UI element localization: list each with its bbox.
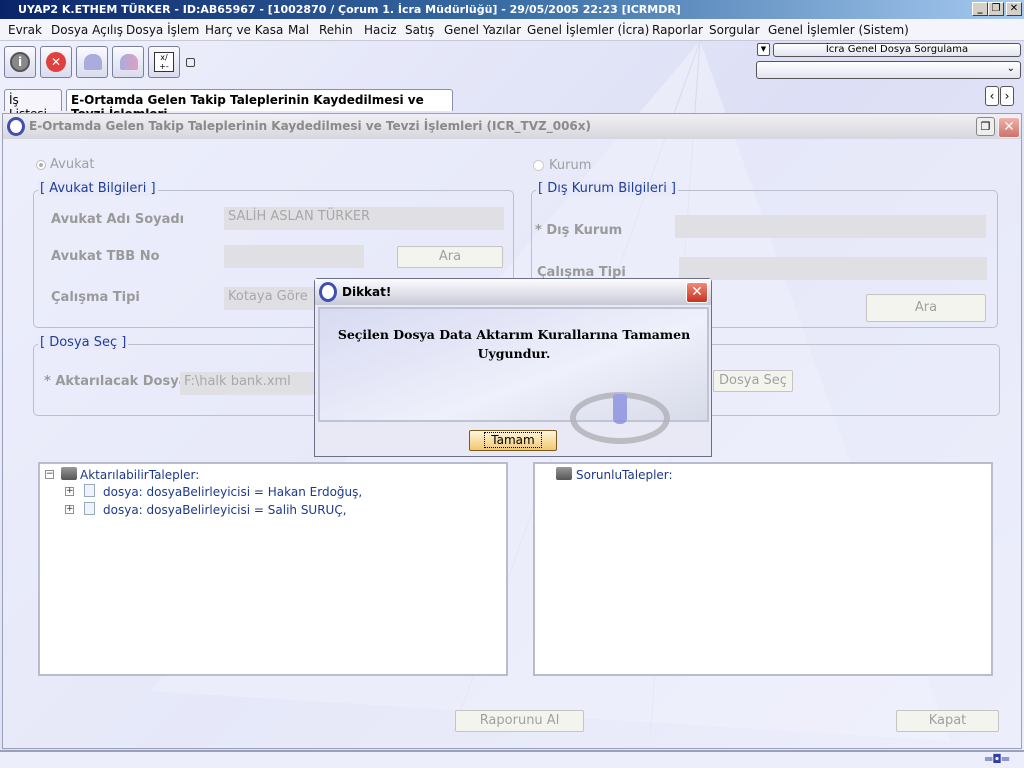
ok-button[interactable]: Tamam <box>469 430 557 451</box>
avukat-work-type-label: Çalışma Tipi <box>51 290 140 305</box>
radio-kurum-label: Kurum <box>549 158 592 173</box>
tree-item[interactable]: dosya: dosyaBelirleyicisi = Salih SURUÇ, <box>103 503 347 517</box>
menu-evrak[interactable]: Evrak <box>8 23 42 37</box>
avukat-search-button[interactable]: Ara <box>397 246 503 268</box>
uyap-logo-icon <box>319 282 337 302</box>
menu-rehin[interactable]: Rehin <box>319 23 353 37</box>
uyap-logo-icon <box>7 117 25 136</box>
menu-satis[interactable]: Satış <box>405 23 434 37</box>
tab-prev-button[interactable]: ‹ <box>985 86 999 106</box>
window-title: UYAP2 K.ETHEM TÜRKER - ID:AB65967 - [100… <box>0 0 1024 19</box>
avukat-work-type-field[interactable]: Kotaya Göre <box>224 287 324 310</box>
frame-restore-button[interactable]: ❐ <box>976 117 995 136</box>
query-select[interactable]: ⌄ <box>756 61 1021 79</box>
chevron-down-icon: ⌄ <box>1006 63 1015 74</box>
kurum-work-type-field[interactable] <box>679 257 987 280</box>
tab-is-listesi[interactable]: İş Listesi <box>4 89 62 121</box>
document-icon <box>84 502 95 515</box>
menu-mal[interactable]: Mal <box>288 23 309 37</box>
problem-requests-tree[interactable] <box>533 462 993 676</box>
frame-close-button[interactable]: ✕ <box>998 117 1020 138</box>
users-alt-button[interactable] <box>112 46 144 78</box>
query-dropdown-arrow[interactable]: ▼ <box>757 43 770 56</box>
dialog-close-button[interactable]: ✕ <box>686 282 708 303</box>
folder-icon <box>556 467 572 480</box>
report-button[interactable]: Raporunu Al <box>455 710 584 732</box>
menu-genel-islemler-sistem[interactable]: Genel İşlemler (Sistem) <box>768 23 909 37</box>
kurum-search-button[interactable]: Ara <box>866 294 986 322</box>
status-bar: ═◘═ <box>0 750 1024 768</box>
menu-genel-islemler-icra[interactable]: Genel İşlemler (İcra) <box>527 23 649 37</box>
ok-button-label: Tamam <box>484 432 542 448</box>
cancel-icon: ✕ <box>46 52 66 72</box>
folder-icon <box>61 467 77 480</box>
kurum-field[interactable] <box>675 215 986 238</box>
query-button[interactable]: İcra Genel Dosya Sorgulama <box>773 43 1021 57</box>
calculator-button[interactable]: x/ +- <box>148 46 180 78</box>
tab-next-button[interactable]: › <box>1000 86 1014 106</box>
toolbar-toggle[interactable] <box>186 58 195 67</box>
menu-dosya-islem[interactable]: Dosya İşlem <box>126 23 199 37</box>
radio-avukat[interactable] <box>36 160 46 170</box>
menu-genel-yazilar[interactable]: Genel Yazılar <box>444 23 521 37</box>
expand-icon[interactable]: + <box>65 505 74 514</box>
menu-haciz[interactable]: Haciz <box>364 23 397 37</box>
file-select-button[interactable]: Dosya Seç <box>713 370 793 392</box>
tree-root-problem[interactable]: SorunluTalepler: <box>576 468 673 482</box>
avukat-tbb-label: Avukat TBB No <box>51 249 160 264</box>
minimize-button[interactable]: _ <box>972 2 988 16</box>
close-window-button[interactable]: ✕ <box>1006 2 1022 16</box>
users-icon <box>84 54 102 70</box>
connection-icon: ═◘═ <box>985 752 1009 766</box>
frame-title: E-Ortamda Gelen Takip Taleplerinin Kayde… <box>3 114 1021 139</box>
menu-bar: Evrak Dosya Açılış Dosya İşlem Harç ve K… <box>0 19 1024 41</box>
users-alt-icon <box>120 54 138 70</box>
users-button[interactable] <box>76 46 108 78</box>
info-icon: i <box>10 52 30 72</box>
document-icon <box>84 484 95 497</box>
avukat-name-label: Avukat Adı Soyadı <box>51 212 185 227</box>
menu-dosya-acilis[interactable]: Dosya Açılış <box>51 23 123 37</box>
dialog-title: Dikkat! <box>315 279 711 305</box>
tree-item[interactable]: dosya: dosyaBelirleyicisi = Hakan Erdoğu… <box>103 485 362 499</box>
radio-avukat-label: Avukat <box>50 157 95 172</box>
kurum-group-legend: [ Dış Kurum Bilgileri ] <box>536 181 679 196</box>
avukat-tbb-field[interactable] <box>224 245 364 268</box>
kurum-label: * Dış Kurum <box>535 223 623 238</box>
calculator-icon: x/ +- <box>154 52 174 72</box>
dialog-message: Seçilen Dosya Data Aktarım Kurallarına T… <box>337 327 691 361</box>
file-label: * Aktarılacak Dosya <box>44 374 188 389</box>
info-button[interactable]: i <box>4 46 36 78</box>
radio-kurum[interactable] <box>533 160 544 171</box>
file-field[interactable]: F:\halk bank.xml <box>180 372 320 395</box>
collapse-icon[interactable]: − <box>45 470 54 479</box>
tree-root-accepted[interactable]: AktarılabilirTalepler: <box>80 468 199 482</box>
cancel-button[interactable]: ✕ <box>40 46 72 78</box>
close-button[interactable]: Kapat <box>896 710 999 732</box>
menu-raporlar[interactable]: Raporlar <box>652 23 703 37</box>
avukat-group-legend: [ Avukat Bilgileri ] <box>38 181 158 196</box>
tab-e-ortamda[interactable]: E-Ortamda Gelen Takip Taleplerinin Kayde… <box>66 89 453 121</box>
warning-icon <box>570 392 670 444</box>
maximize-button[interactable]: ❐ <box>988 2 1004 16</box>
avukat-name-field[interactable]: SALİH ASLAN TÜRKER <box>224 207 504 230</box>
file-group-legend: [ Dosya Seç ] <box>38 335 129 350</box>
expand-icon[interactable]: + <box>65 487 74 496</box>
menu-harc-kasa[interactable]: Harç ve Kasa <box>205 23 283 37</box>
menu-sorgular[interactable]: Sorgular <box>709 23 760 37</box>
